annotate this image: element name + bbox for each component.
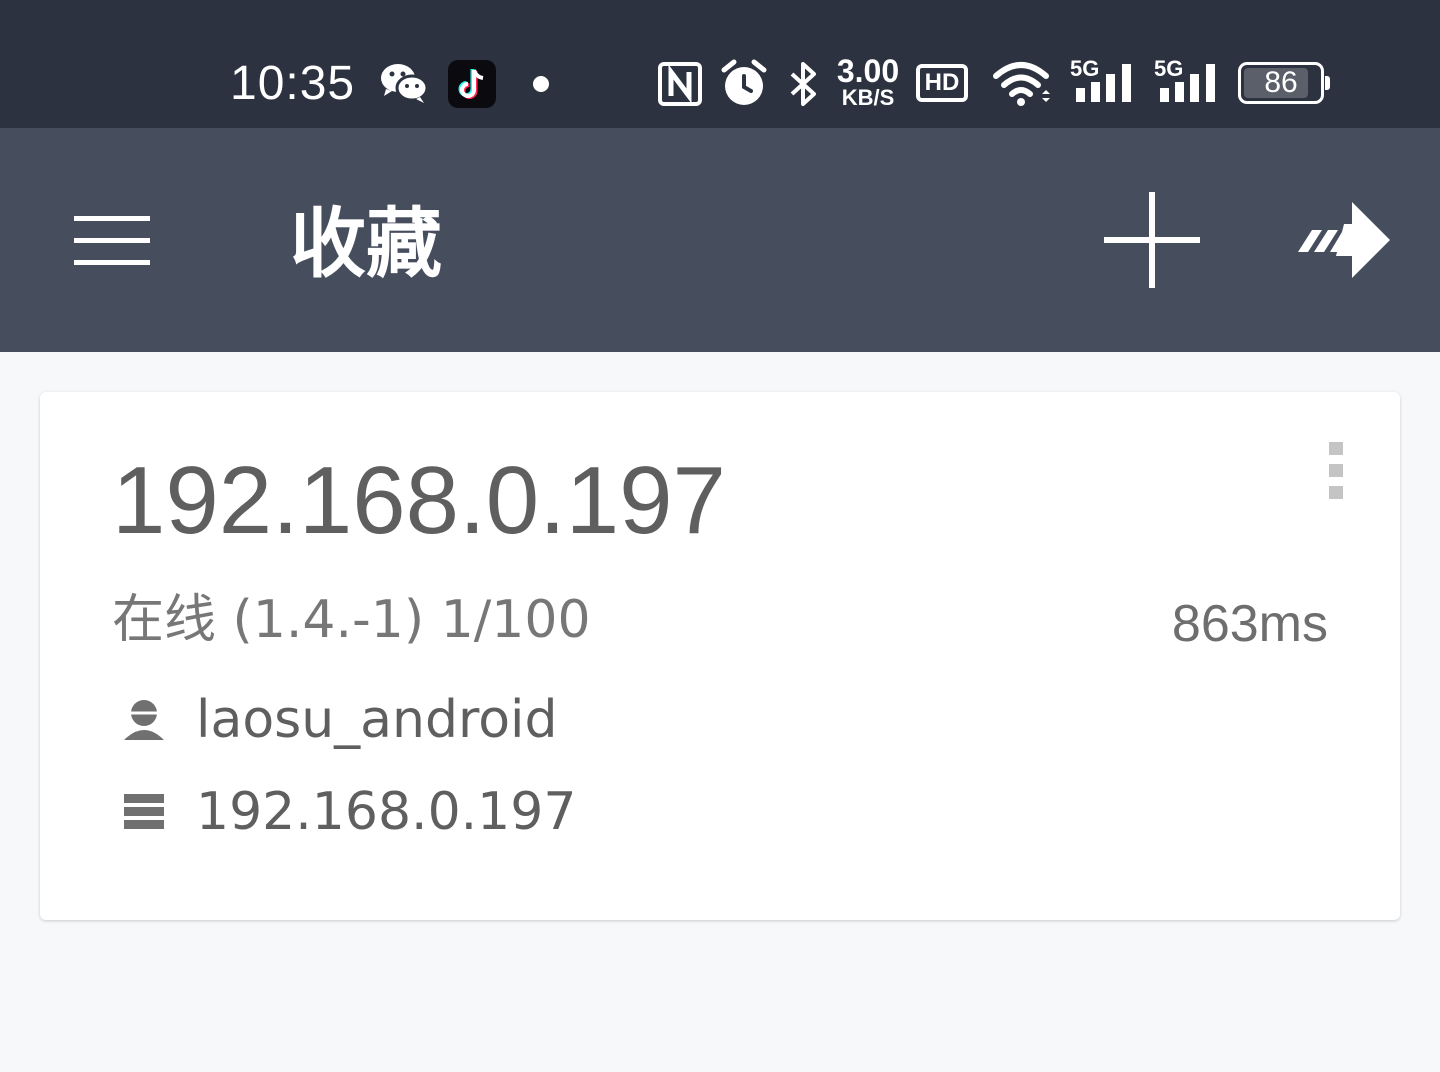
favorite-card[interactable]: 192.168.0.197 在线 (1.4.-1) 1/100 863ms la…: [40, 392, 1400, 920]
connect-arrow-icon[interactable]: [1296, 200, 1392, 280]
status-bar: 10:35 3.00 KB/S HD 5G 5G 86: [0, 0, 1440, 128]
network-speed-value: 3.00: [836, 53, 900, 89]
favorite-host: 192.168.0.197: [196, 782, 577, 842]
favorite-username: laosu_android: [196, 690, 558, 750]
signal-5g-icon: 5G: [1070, 56, 1136, 106]
wechat-icon: [381, 64, 428, 103]
signal-5g-icon-2: 5G: [1154, 56, 1220, 106]
favorite-status: 在线 (1.4.-1) 1/100: [112, 590, 591, 650]
network-speed: 3.00 KB/S: [832, 53, 904, 110]
add-icon[interactable]: [1102, 190, 1202, 290]
signal-5g-label: 5G: [1070, 56, 1100, 81]
battery-icon: 86: [1238, 62, 1330, 104]
notification-dot-icon: [533, 76, 549, 92]
user-icon: [124, 700, 164, 740]
nfc-icon: [658, 62, 702, 106]
page-title: 收藏: [290, 199, 442, 288]
hd-voice-label: HD: [924, 69, 960, 96]
app-bar: [0, 128, 1440, 352]
signal-5g-label-2: 5G: [1154, 56, 1184, 81]
server-icon: [124, 794, 164, 829]
bluetooth-icon: [790, 62, 816, 106]
wifi-icon: [993, 62, 1050, 106]
more-options-icon[interactable]: [1320, 440, 1352, 504]
network-speed-unit: KB/S: [841, 85, 895, 110]
favorite-title: 192.168.0.197: [112, 447, 726, 554]
tiktok-icon: [448, 60, 496, 108]
status-time: 10:35: [230, 57, 356, 110]
battery-level: 86: [1264, 66, 1298, 99]
alarm-icon: [721, 59, 767, 105]
favorite-latency: 863ms: [1171, 595, 1328, 653]
menu-icon[interactable]: [72, 212, 152, 268]
hd-voice-icon: HD: [916, 64, 968, 102]
